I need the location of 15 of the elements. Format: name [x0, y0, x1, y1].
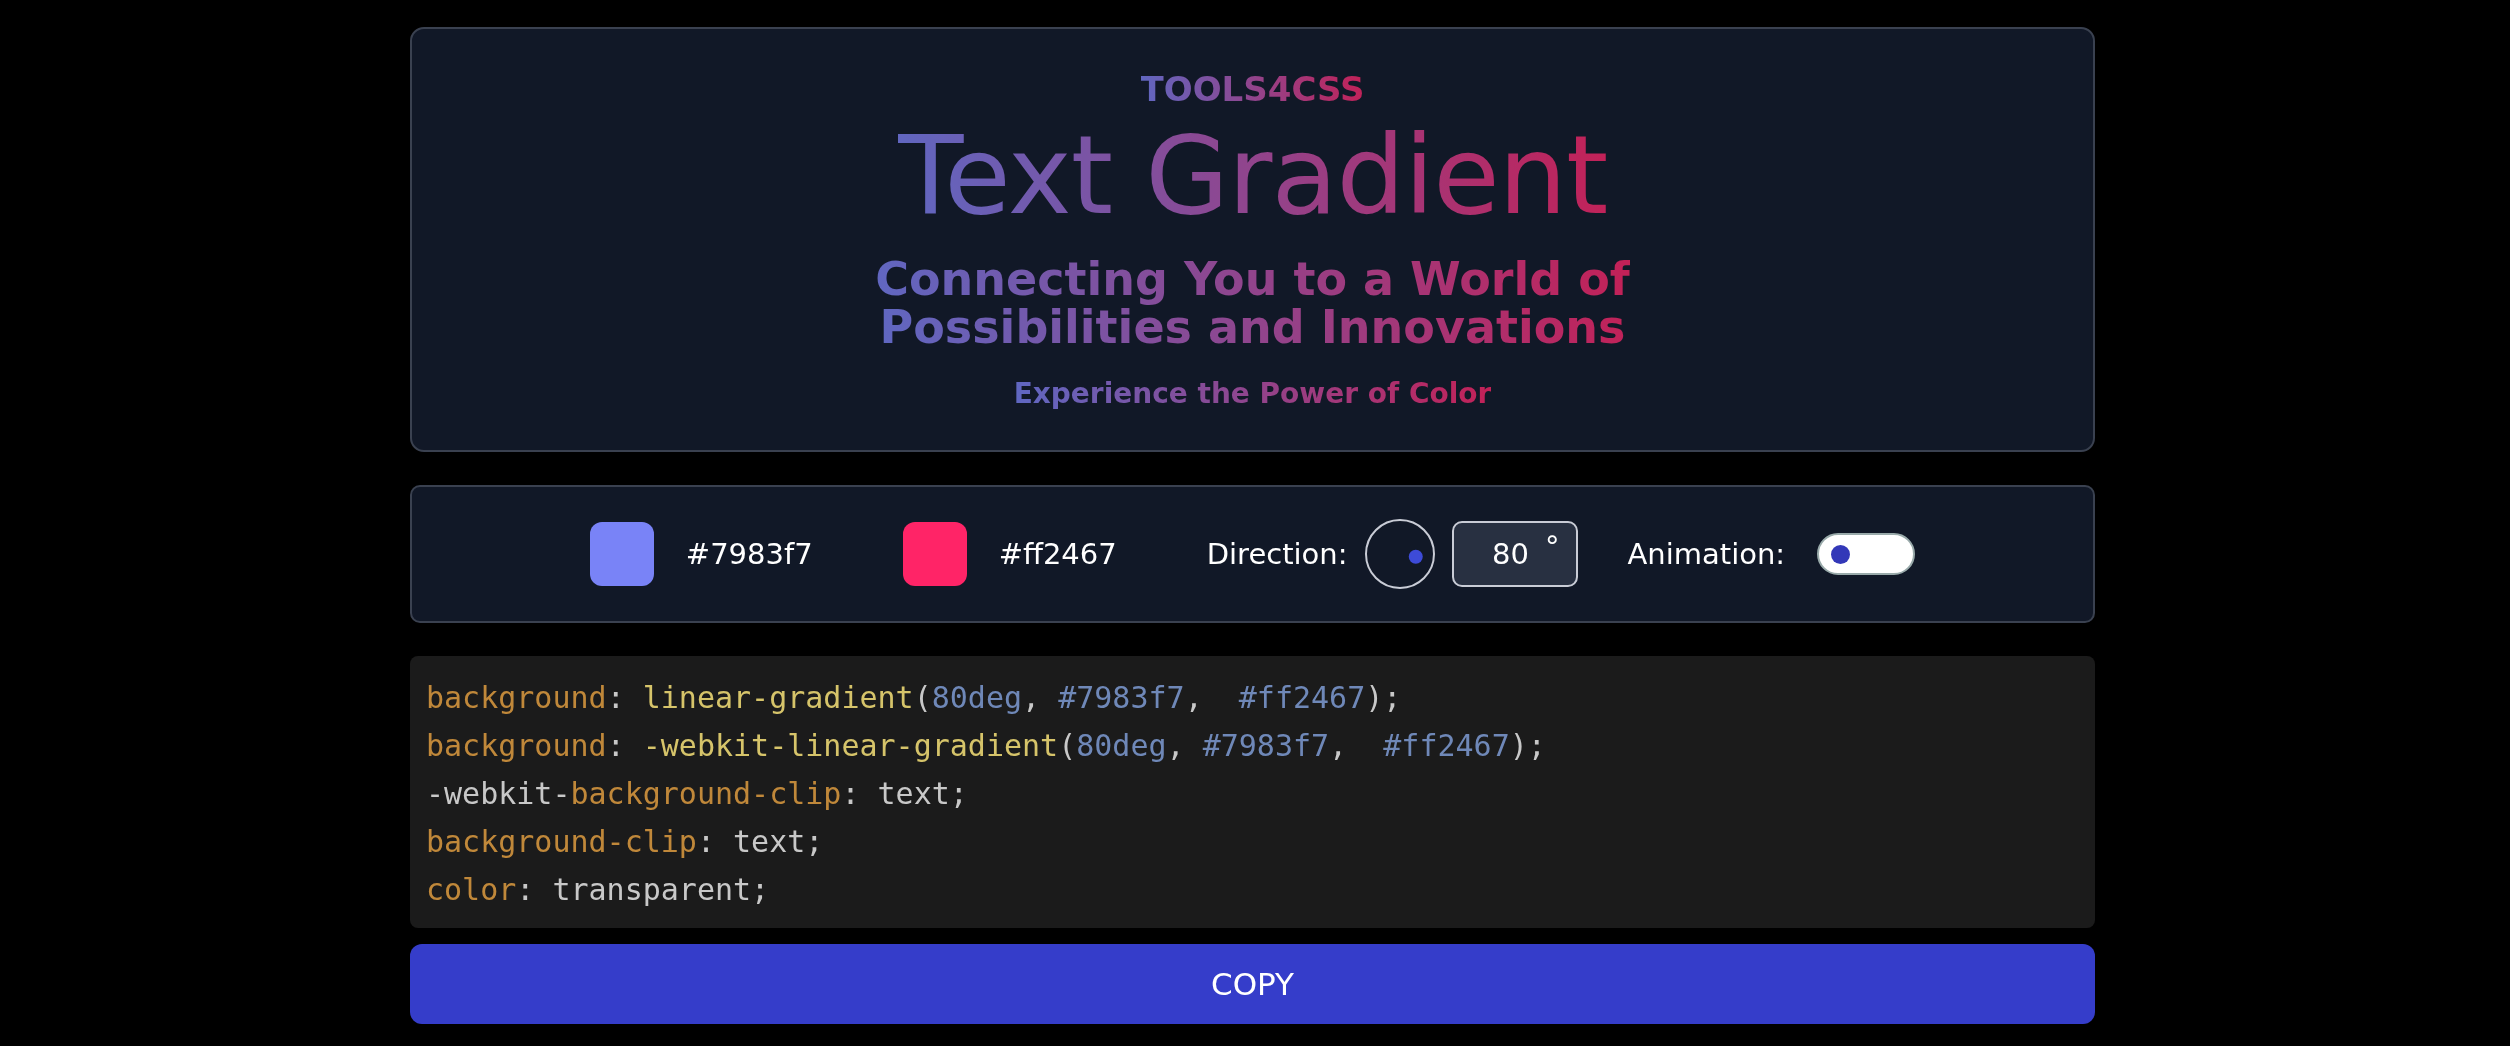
code-line: color: transparent; [426, 871, 770, 909]
color-swatch[interactable] [589, 522, 654, 586]
animation-label: Animation: [1627, 537, 1786, 571]
direction-label: Direction: [1206, 537, 1348, 571]
code-line: -webkit-background-clip: text; [426, 775, 968, 813]
color-swatch[interactable] [902, 522, 967, 586]
direction-dial[interactable] [1363, 518, 1436, 590]
copy-button[interactable]: COPY [410, 944, 2095, 1024]
code-line: background: linear-gradient(80deg, #7983f7, #ff2467); [426, 679, 1402, 717]
animation-toggle[interactable] [1817, 533, 1916, 575]
color-value: #7983f7 [685, 537, 813, 571]
direction-field[interactable]: 80 ° [1451, 521, 1578, 587]
code-line: background-clip: text; [426, 823, 824, 861]
color-value: #ff2467 [998, 537, 1117, 571]
code-line: background: -webkit-linear-gradient(80deg, #7983f7, #ff2467); [426, 727, 1546, 765]
